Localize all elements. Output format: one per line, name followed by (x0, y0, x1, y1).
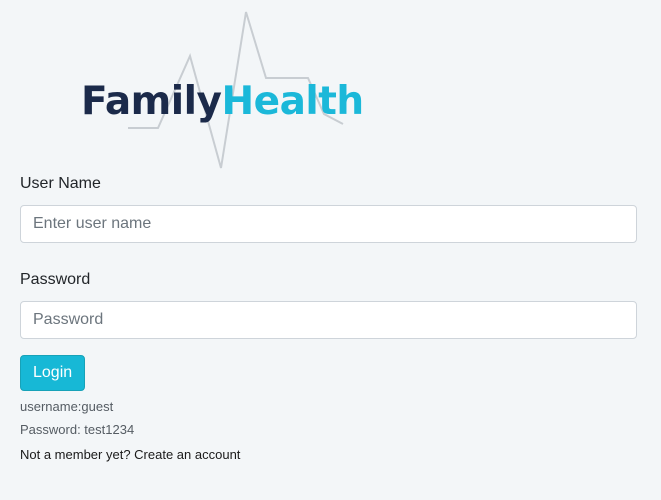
logo-text-family: Family (81, 79, 222, 124)
username-label: User Name (20, 175, 101, 192)
family-health-logo: FamilyHealth (78, 8, 398, 176)
create-account-link[interactable]: Create an account (134, 447, 240, 462)
logo-text-health: Health (221, 79, 364, 124)
signup-prefix-text: Not a member yet? (20, 447, 131, 462)
login-form: User Name Password Login username:guest … (20, 173, 637, 463)
username-input[interactable] (20, 205, 637, 243)
login-page: FamilyHealth User Name Password Login us… (0, 0, 661, 500)
username-hint: username:guest (20, 399, 114, 414)
signup-prompt: Not a member yet? Create an account (20, 447, 637, 463)
password-label: Password (20, 271, 91, 288)
logo-wordmark: FamilyHealth (81, 82, 364, 121)
password-group: Password (20, 269, 637, 339)
username-group: User Name (20, 173, 637, 243)
login-button[interactable]: Login (20, 355, 86, 391)
password-input[interactable] (20, 301, 637, 339)
password-hint: Password: test1234 (20, 422, 135, 437)
